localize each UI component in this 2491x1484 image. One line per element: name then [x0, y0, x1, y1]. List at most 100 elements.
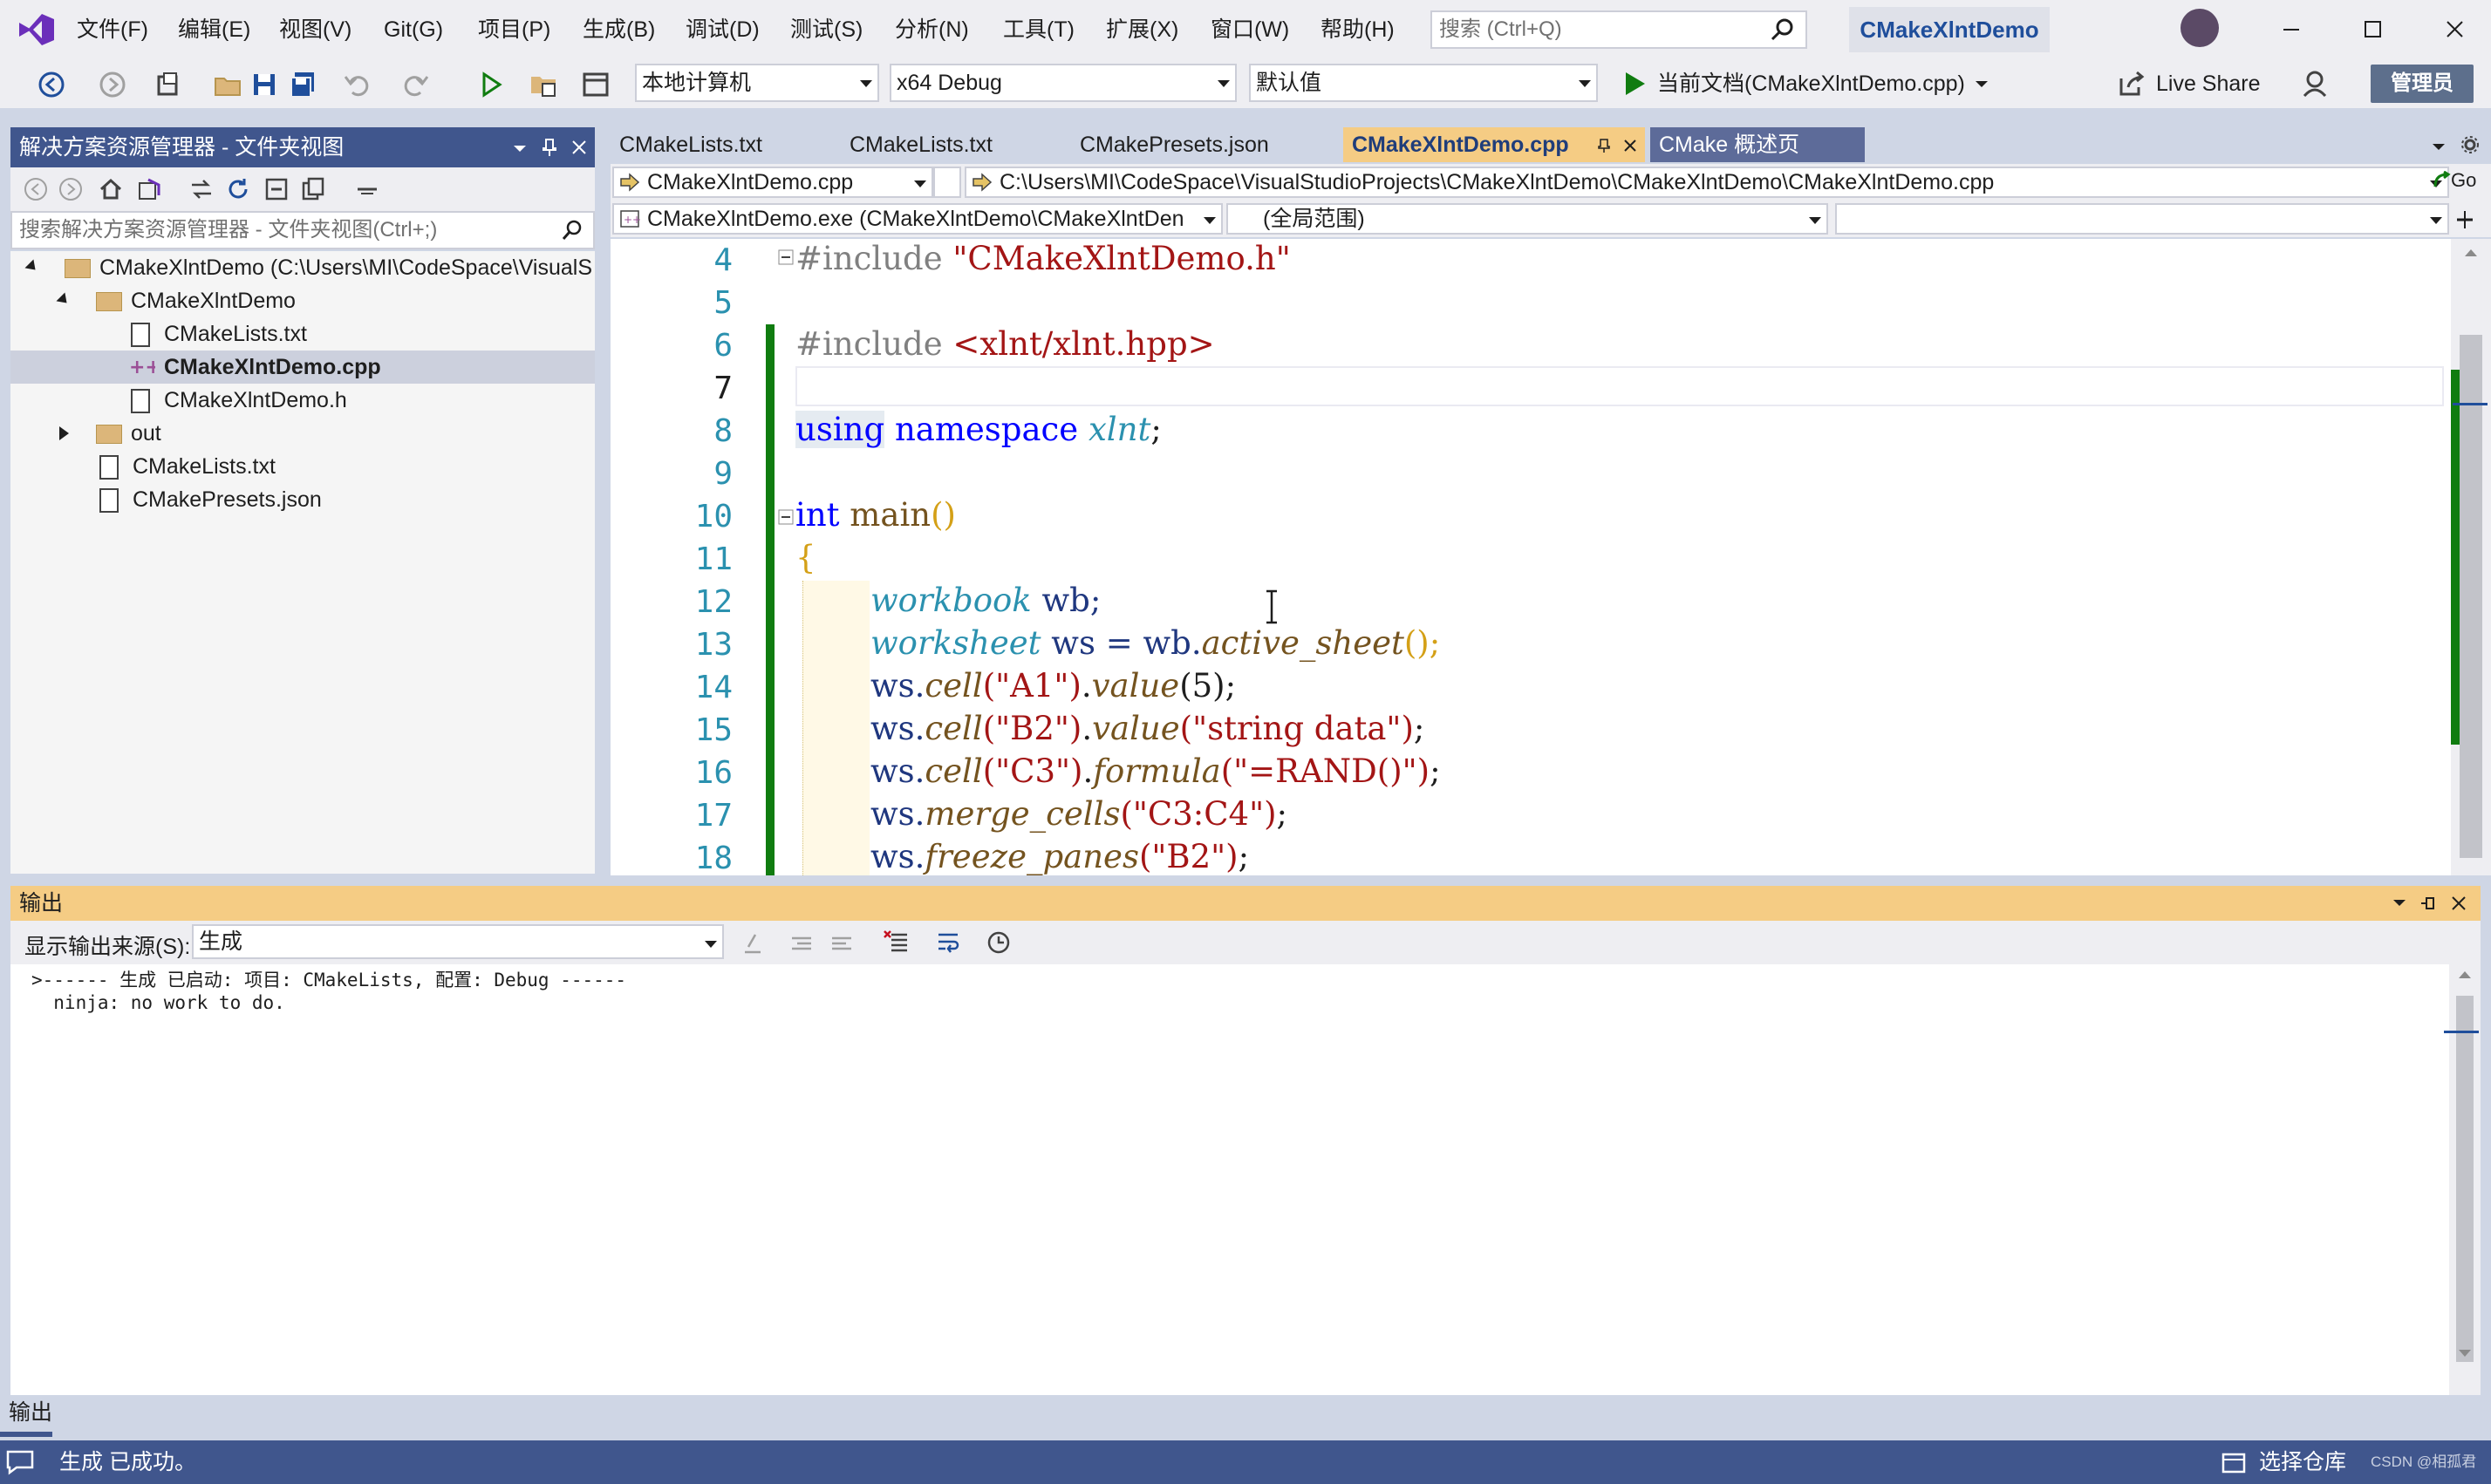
visual-studio-logo-icon[interactable] [16, 10, 58, 49]
maximize-icon[interactable] [2355, 12, 2390, 47]
tab-cmakelists-1[interactable]: CMakeLists.txt [611, 127, 836, 162]
member-combo[interactable] [1835, 203, 2449, 235]
clock-icon[interactable] [986, 929, 1012, 956]
find-message-icon[interactable] [740, 929, 766, 956]
editor-vertical-scrollbar[interactable] [2451, 239, 2491, 875]
tree-folder-out[interactable]: out [10, 417, 595, 450]
tree-file-cpp[interactable]: ++ CMakeXlntDemo.cpp [10, 351, 595, 384]
properties-icon[interactable] [354, 176, 380, 202]
save-all-icon[interactable] [288, 70, 317, 99]
word-wrap-icon[interactable] [935, 929, 963, 956]
chevron-down-icon[interactable] [511, 140, 529, 157]
clear-all-icon[interactable] [883, 929, 911, 956]
save-icon[interactable] [249, 70, 279, 99]
home-icon[interactable] [98, 176, 124, 202]
solution-explorer-icon[interactable] [529, 70, 558, 99]
window-layout-icon[interactable] [581, 70, 611, 99]
tree-file-presets[interactable]: CMakePresets.json [10, 483, 595, 516]
menu-build[interactable]: 生成(B) [583, 0, 655, 59]
tree-folder-cmakexlntdemo[interactable]: CMakeXlntDemo [10, 284, 595, 317]
next-message-icon[interactable] [829, 929, 855, 956]
chevron-down-icon[interactable] [2392, 896, 2407, 910]
tab-list-dropdown-icon[interactable] [2430, 140, 2447, 153]
pin-icon[interactable] [541, 138, 558, 157]
solution-explorer-search-input[interactable]: 搜索解决方案资源管理器 - 文件夹视图(Ctrl+;) [10, 211, 595, 249]
tab-cmakelists-2[interactable]: CMakeLists.txt [841, 127, 1066, 162]
scrollbar-thumb[interactable] [2456, 996, 2474, 1362]
menu-window[interactable]: 窗口(W) [1211, 0, 1289, 59]
forward-icon[interactable] [98, 70, 127, 99]
back-icon[interactable] [37, 70, 66, 99]
pin-icon[interactable] [1596, 138, 1612, 153]
menu-view[interactable]: 视图(V) [279, 0, 351, 59]
scroll-up-icon[interactable] [2463, 248, 2479, 258]
tree-file-root-cmakelists[interactable]: CMakeLists.txt [10, 450, 595, 483]
scroll-down-icon[interactable] [2457, 1348, 2473, 1358]
scroll-up-icon[interactable] [2457, 970, 2473, 980]
minimize-icon[interactable] [2273, 12, 2308, 47]
back-icon[interactable] [23, 176, 49, 202]
menu-file[interactable]: 文件(F) [77, 0, 148, 59]
startup-item-combo[interactable]: 默认值 [1249, 64, 1598, 102]
menu-analyze[interactable]: 分析(N) [895, 0, 969, 59]
path-nav-combo[interactable]: C:\Users\MI\CodeSpace\VisualStudioProjec… [965, 167, 2449, 198]
split-editor-icon[interactable] [2454, 209, 2475, 230]
undo-icon[interactable] [342, 70, 372, 99]
menu-edit[interactable]: 编辑(E) [178, 0, 250, 59]
expand-arrow-icon[interactable] [24, 259, 40, 275]
menu-extensions[interactable]: 扩展(X) [1106, 0, 1178, 59]
previous-message-icon[interactable] [788, 929, 815, 956]
show-all-files-icon[interactable] [300, 176, 326, 202]
refresh-icon[interactable] [225, 176, 251, 202]
tab-cmakepresets[interactable]: CMakePresets.json [1071, 127, 1338, 162]
tree-root-folder[interactable]: CMakeXlntDemo (C:\Users\MI\CodeSpace\Vis… [10, 251, 595, 284]
live-share-button[interactable]: Live Share [2118, 65, 2261, 103]
go-button[interactable]: Go [2432, 169, 2476, 192]
sync-icon[interactable] [188, 176, 215, 202]
redo-icon[interactable] [401, 70, 431, 99]
chevron-down-icon[interactable] [1972, 71, 1991, 97]
close-tab-icon[interactable] [1622, 138, 1638, 153]
menu-help[interactable]: 帮助(H) [1321, 0, 1395, 59]
menu-tools[interactable]: 工具(T) [1003, 0, 1075, 59]
feedback-icon[interactable] [2299, 68, 2331, 99]
run-current-document-button[interactable]: 当前文档(CMakeXlntDemo.cpp) [1624, 65, 1991, 103]
switch-views-icon[interactable] [136, 176, 162, 202]
select-repository-button[interactable]: 选择仓库 [2259, 1440, 2346, 1484]
collapse-region-icon[interactable] [778, 249, 794, 265]
search-input[interactable]: 搜索 (Ctrl+Q) [1430, 10, 1807, 49]
new-item-icon[interactable] [154, 70, 183, 99]
collapse-arrow-icon[interactable] [59, 426, 69, 440]
nav-splitter-button[interactable] [933, 167, 961, 198]
expand-arrow-icon[interactable] [56, 292, 72, 308]
project-target-combo[interactable]: ++ CMakeXlntDemo.exe (CMakeXlntDemo\CMak… [612, 203, 1223, 235]
debug-target-combo[interactable]: 本地计算机 [635, 64, 879, 102]
collapse-region-icon[interactable] [778, 509, 794, 525]
open-folder-icon[interactable] [213, 70, 242, 99]
output-vertical-scrollbar[interactable] [2444, 964, 2481, 1395]
pin-icon[interactable] [2419, 895, 2439, 912]
output-source-combo[interactable]: 生成 [192, 924, 724, 959]
menu-test[interactable]: 测试(S) [790, 0, 863, 59]
configuration-combo[interactable]: x64 Debug [890, 64, 1237, 102]
menu-project[interactable]: 项目(P) [478, 0, 550, 59]
scrollbar-thumb[interactable] [2460, 335, 2482, 858]
notification-icon[interactable] [5, 1449, 35, 1475]
collapse-all-icon[interactable] [263, 176, 290, 202]
forward-icon[interactable] [58, 176, 84, 202]
pane-splitter[interactable] [0, 875, 2491, 886]
close-icon[interactable] [2451, 895, 2467, 911]
tab-cpp-active[interactable]: CMakeXlntDemo.cpp [1343, 127, 1645, 162]
tab-cmake-overview[interactable]: CMake 概述页 [1650, 127, 1865, 162]
start-without-debugging-icon[interactable] [476, 70, 506, 99]
account-avatar[interactable] [2180, 9, 2219, 47]
tab-output[interactable]: 输出 [0, 1395, 52, 1437]
scope-combo[interactable]: (全局范围) [1226, 203, 1828, 235]
gear-icon[interactable] [2460, 134, 2481, 155]
menu-debug[interactable]: 调试(D) [686, 0, 760, 59]
tree-file-header[interactable]: CMakeXlntDemo.h [10, 384, 595, 417]
file-nav-combo[interactable]: CMakeXlntDemo.cpp [612, 167, 933, 198]
menu-git[interactable]: Git(G) [384, 0, 443, 59]
close-icon[interactable] [570, 139, 588, 156]
close-window-icon[interactable] [2437, 12, 2472, 47]
